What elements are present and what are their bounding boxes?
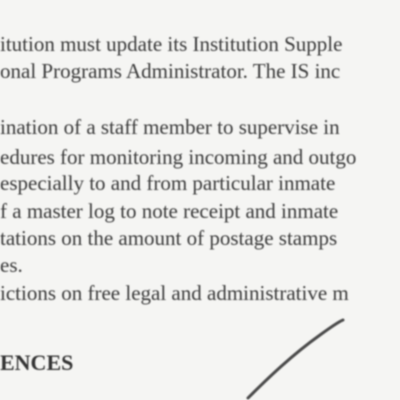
document-page: itution must update its Institution Supp… — [0, 0, 400, 400]
signature-stroke — [246, 318, 345, 400]
